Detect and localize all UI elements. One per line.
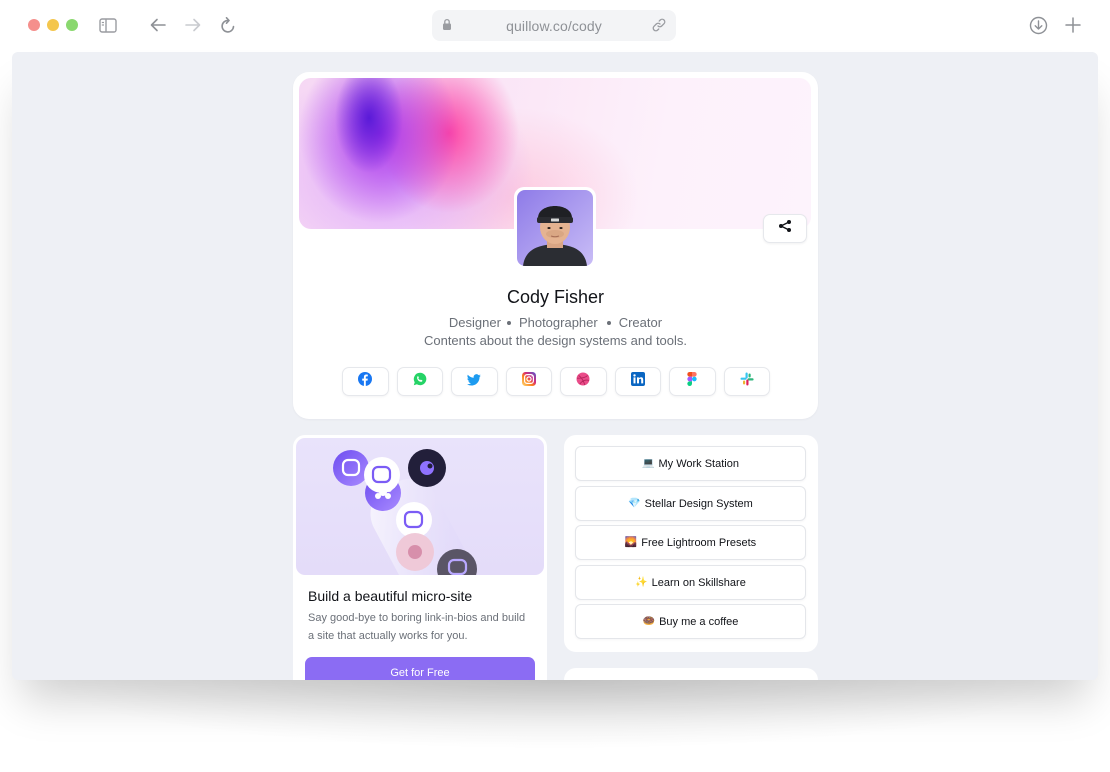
link-label: My Work Station	[658, 457, 739, 470]
promo-description: Say good-bye to boring link-in-bios and …	[308, 612, 526, 642]
link-button[interactable]: 💻 My Work Station	[575, 446, 806, 481]
slack-button[interactable]	[723, 367, 770, 396]
role-text: Designer	[448, 315, 501, 330]
instagram-icon	[521, 372, 536, 391]
facebook-button[interactable]	[342, 367, 389, 396]
figma-button[interactable]	[669, 367, 716, 396]
lock-icon	[442, 18, 452, 36]
instagram-button[interactable]	[505, 367, 552, 396]
new-tab-icon[interactable]	[1061, 13, 1085, 37]
link-label: Free Lightroom Presets	[641, 536, 757, 549]
download-icon[interactable]	[1026, 13, 1050, 37]
link-button[interactable]: 🌄 Free Lightroom Presets	[575, 525, 806, 560]
landscape-icon: 🌄	[624, 537, 638, 548]
address-bar[interactable]: quillow.co/cody	[432, 10, 676, 41]
browser-toolbar: quillow.co/cody	[0, 0, 1110, 52]
forward-icon[interactable]	[181, 13, 205, 37]
link-label: Stellar Design System	[644, 497, 753, 510]
linkedin-button[interactable]	[614, 367, 661, 396]
promo-card: Build a beautiful micro-site Say good-by…	[293, 435, 547, 680]
facebook-icon	[358, 372, 373, 391]
link-button[interactable]: 🍩 Buy me a coffee	[575, 604, 806, 639]
link-label: Learn on Skillshare	[651, 576, 746, 589]
url-text: quillow.co/cody	[506, 17, 602, 34]
figma-icon	[687, 372, 697, 391]
link-button[interactable]: ✨ Learn on Skillshare	[575, 565, 806, 600]
link-icon[interactable]	[652, 18, 666, 37]
sidebar-icon[interactable]	[96, 13, 120, 37]
zoom-window-button[interactable]	[66, 19, 78, 31]
donut-icon: 🍩	[642, 616, 656, 627]
close-window-button[interactable]	[28, 19, 40, 31]
profile-roles: Designer Photographer Creator	[293, 315, 818, 330]
gem-icon: 💎	[628, 498, 641, 509]
social-links	[342, 367, 770, 397]
laptop-icon: 💻	[642, 458, 655, 469]
page-viewport: Cody Fisher Designer Photographer Creator …	[12, 52, 1098, 680]
whatsapp-button[interactable]	[396, 367, 443, 396]
link-label: Buy me a coffee	[659, 615, 739, 628]
links-card: 💻 My Work Station 💎 Stellar Design System …	[564, 435, 818, 652]
get-for-free-button[interactable]: Get for Free	[305, 657, 535, 680]
whatsapp-icon	[413, 372, 427, 391]
dribbble-icon	[576, 372, 590, 391]
share-icon	[778, 219, 792, 238]
back-icon[interactable]	[146, 13, 170, 37]
promo-title: Build a beautiful micro-site	[308, 588, 473, 604]
reload-icon[interactable]	[216, 13, 240, 37]
dribbble-button[interactable]	[560, 367, 607, 396]
sparkles-icon: ✨	[635, 577, 648, 588]
minimize-window-button[interactable]	[47, 19, 59, 31]
window-shadow	[40, 680, 1070, 750]
profile-tagline: Contents about the design systems and to…	[423, 333, 688, 348]
profile-card: Cody Fisher Designer Photographer Creator …	[293, 72, 818, 419]
share-button[interactable]	[763, 214, 807, 243]
role-text: Photographer	[518, 315, 598, 330]
linkedin-icon	[630, 372, 645, 391]
promo-illustration	[296, 438, 544, 575]
twitter-icon	[467, 373, 482, 391]
link-button[interactable]: 💎 Stellar Design System	[575, 486, 806, 521]
avatar	[514, 187, 596, 269]
twitter-button[interactable]	[451, 367, 498, 396]
next-card	[564, 668, 818, 680]
slack-icon	[740, 372, 754, 391]
role-text: Creator	[618, 315, 663, 330]
profile-name: Cody Fisher	[506, 287, 605, 307]
